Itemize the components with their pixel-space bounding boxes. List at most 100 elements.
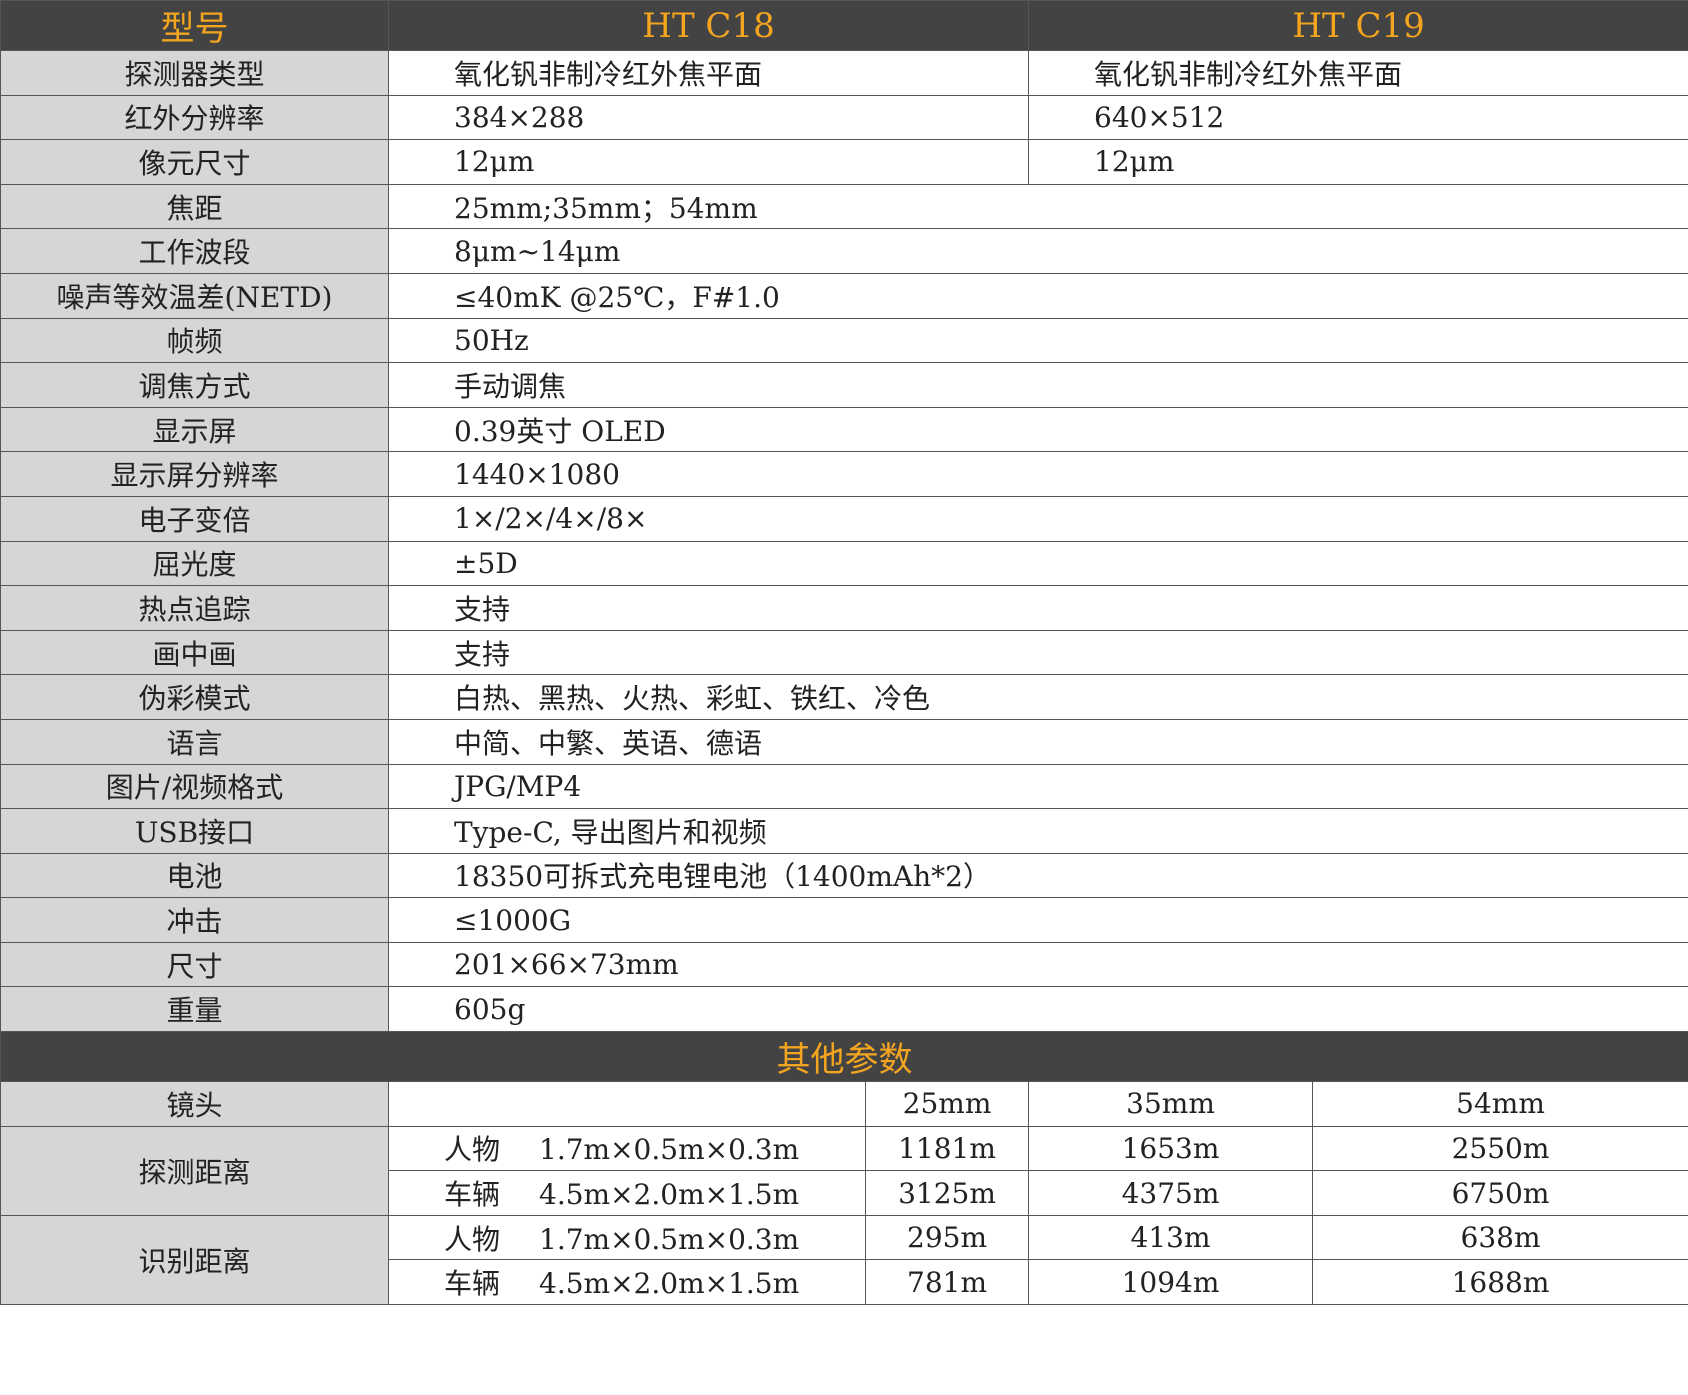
spec-label: 重量 bbox=[0, 986, 389, 1033]
header-row: 型号 HT C18 HT C19 bbox=[0, 0, 1688, 51]
spec-label: 噪声等效温差(NETD) bbox=[0, 272, 389, 319]
spec-label: 像元尺寸 bbox=[0, 139, 389, 185]
distance-row: 识别距离 人物 1.7m×0.5m×0.3m 295m 413m 638m bbox=[0, 1214, 1688, 1306]
target-type: 人物 bbox=[444, 1222, 501, 1256]
spec-label: 尺寸 bbox=[0, 941, 389, 988]
spec-row: 帧频 50Hz bbox=[0, 317, 1688, 364]
spec-value: 50Hz bbox=[387, 317, 1688, 364]
spec-row: 探测器类型 氧化钒非制冷红外焦平面 氧化钒非制冷红外焦平面 bbox=[0, 50, 1688, 96]
lens-row: 镜头 25mm 35mm 54mm bbox=[0, 1081, 1688, 1127]
lens-blank bbox=[388, 1081, 866, 1127]
model-c19: HT C19 bbox=[1028, 0, 1688, 51]
spec-row: 调焦方式 手动调焦 bbox=[0, 362, 1688, 408]
spec-value-c18: 384×288 bbox=[387, 94, 1030, 141]
spec-value: Type-C, 导出图片和视频 bbox=[387, 808, 1688, 854]
spec-row: 尺寸 201×66×73mm bbox=[0, 941, 1688, 988]
spec-value: 25mm;35mm；54mm bbox=[387, 183, 1688, 230]
spec-row: 热点追踪 支持 bbox=[0, 585, 1688, 631]
spec-label: 显示屏 bbox=[0, 406, 389, 453]
spec-value: 605g bbox=[387, 986, 1688, 1033]
spec-label: 图片/视频格式 bbox=[0, 763, 389, 810]
spec-row: 语言 中简、中繁、英语、德语 bbox=[0, 718, 1688, 765]
spec-label: 工作波段 bbox=[0, 228, 389, 274]
distance-value: 413m bbox=[1028, 1214, 1314, 1261]
distance-target: 车辆 4.5m×2.0m×1.5m bbox=[388, 1259, 866, 1306]
spec-label: 热点追踪 bbox=[0, 585, 389, 631]
spec-value: 18350可拆式充电锂电池（1400mAh*2） bbox=[387, 852, 1688, 899]
distance-value: 1653m bbox=[1028, 1125, 1314, 1172]
spec-row: 电池 18350可拆式充电锂电池（1400mAh*2） bbox=[0, 852, 1688, 899]
spec-row: 重量 605g bbox=[0, 986, 1688, 1033]
spec-row: 冲击 ≤1000G bbox=[0, 897, 1688, 943]
spec-label: 显示屏分辨率 bbox=[0, 451, 389, 497]
distance-value: 1181m bbox=[864, 1125, 1030, 1172]
spec-value: 中简、中繁、英语、德语 bbox=[387, 718, 1688, 765]
spec-label: 语言 bbox=[0, 718, 389, 765]
spec-row: USB接口 Type-C, 导出图片和视频 bbox=[0, 808, 1688, 854]
target-type: 车辆 bbox=[444, 1267, 501, 1301]
spec-row: 伪彩模式 白热、黑热、火热、彩虹、铁红、冷色 bbox=[0, 674, 1688, 720]
target-size: 4.5m×2.0m×1.5m bbox=[539, 1267, 800, 1301]
spec-table: 型号 HT C18 HT C19 探测器类型 氧化钒非制冷红外焦平面 氧化钒非制冷红… bbox=[0, 0, 1688, 1306]
distance-value: 6750m bbox=[1312, 1170, 1688, 1216]
section-title: 其他参数 bbox=[0, 1031, 1688, 1083]
spec-label: 调焦方式 bbox=[0, 362, 389, 408]
spec-row: 显示屏分辨率 1440×1080 bbox=[0, 451, 1688, 497]
spec-value: JPG/MP4 bbox=[387, 763, 1688, 810]
model-c18: HT C18 bbox=[387, 0, 1030, 51]
lens-25mm: 25mm bbox=[864, 1081, 1030, 1127]
spec-value: 1×/2×/4×/8× bbox=[387, 495, 1688, 542]
spec-row: 红外分辨率 384×288 640×512 bbox=[0, 94, 1688, 141]
spec-row: 显示屏 0.39英寸 OLED bbox=[0, 406, 1688, 453]
spec-row: 画中画 支持 bbox=[0, 629, 1688, 676]
distance-row: 探测距离 人物 1.7m×0.5m×0.3m 1181m 1653m 2550m bbox=[0, 1125, 1688, 1216]
spec-row: 图片/视频格式 JPG/MP4 bbox=[0, 763, 1688, 810]
lens-label: 镜头 bbox=[0, 1081, 389, 1127]
distance-target: 人物 1.7m×0.5m×0.3m bbox=[388, 1125, 866, 1172]
spec-value-c19: 氧化钒非制冷红外焦平面 bbox=[1028, 50, 1688, 96]
spec-value: 8μm~14μm bbox=[387, 228, 1688, 274]
spec-value: 支持 bbox=[387, 585, 1688, 631]
spec-label: 帧频 bbox=[0, 317, 389, 364]
spec-value: 支持 bbox=[387, 629, 1688, 676]
distance-value: 1688m bbox=[1312, 1259, 1688, 1306]
target-type: 车辆 bbox=[444, 1178, 501, 1212]
spec-label: USB接口 bbox=[0, 808, 389, 854]
spec-table-body: 型号 HT C18 HT C19 探测器类型 氧化钒非制冷红外焦平面 氧化钒非制冷红… bbox=[0, 0, 1688, 1306]
distance-group-label: 探测距离 bbox=[0, 1125, 389, 1216]
spec-label: 探测器类型 bbox=[0, 50, 389, 96]
target-type: 人物 bbox=[444, 1133, 501, 1167]
spec-label: 冲击 bbox=[0, 897, 389, 943]
spec-row: 屈光度 ±5D bbox=[0, 540, 1688, 587]
spec-value: 白热、黑热、火热、彩虹、铁红、冷色 bbox=[387, 674, 1688, 720]
spec-value: ≤40mK @25℃，F#1.0 bbox=[387, 272, 1688, 319]
distance-value: 3125m bbox=[864, 1170, 1030, 1216]
model-label: 型号 bbox=[0, 0, 389, 51]
spec-value: ≤1000G bbox=[387, 897, 1688, 943]
spec-value: 201×66×73mm bbox=[387, 941, 1688, 988]
spec-value: ±5D bbox=[387, 540, 1688, 587]
lens-35mm: 35mm bbox=[1028, 1081, 1314, 1127]
distance-target: 人物 1.7m×0.5m×0.3m bbox=[388, 1214, 866, 1261]
spec-label: 焦距 bbox=[0, 183, 389, 230]
distance-value: 2550m bbox=[1312, 1125, 1688, 1172]
spec-label: 电子变倍 bbox=[0, 495, 389, 542]
target-size: 4.5m×2.0m×1.5m bbox=[539, 1178, 800, 1212]
spec-value-c18: 12μm bbox=[387, 139, 1030, 185]
target-size: 1.7m×0.5m×0.3m bbox=[539, 1222, 800, 1256]
distance-group-label: 识别距离 bbox=[0, 1214, 389, 1306]
distance-value: 638m bbox=[1312, 1214, 1688, 1261]
spec-value: 0.39英寸 OLED bbox=[387, 406, 1688, 453]
spec-row: 焦距 25mm;35mm；54mm bbox=[0, 183, 1688, 230]
distance-value: 4375m bbox=[1028, 1170, 1314, 1216]
spec-label: 红外分辨率 bbox=[0, 94, 389, 141]
spec-row: 像元尺寸 12μm 12μm bbox=[0, 139, 1688, 185]
spec-label: 伪彩模式 bbox=[0, 674, 389, 720]
section-header-row: 其他参数 bbox=[0, 1031, 1688, 1083]
spec-row: 工作波段 8μm~14μm bbox=[0, 228, 1688, 274]
spec-value: 1440×1080 bbox=[387, 451, 1688, 497]
spec-value-c19: 12μm bbox=[1028, 139, 1688, 185]
distance-target: 车辆 4.5m×2.0m×1.5m bbox=[388, 1170, 866, 1216]
distance-value: 1094m bbox=[1028, 1259, 1314, 1306]
spec-value-c18: 氧化钒非制冷红外焦平面 bbox=[387, 50, 1030, 96]
